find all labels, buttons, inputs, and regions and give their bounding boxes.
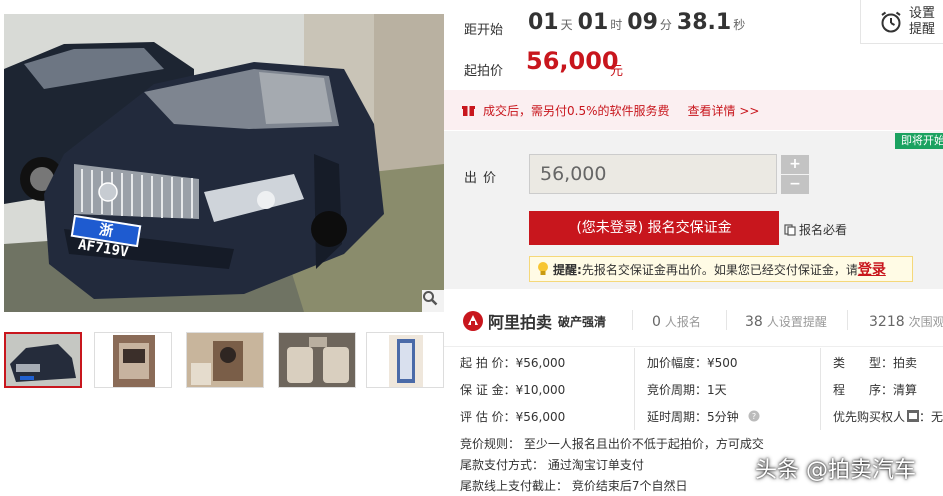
params-column-3: 类 型：拍卖 程 序：清算 优先购买权人 ：无 (820, 348, 943, 430)
countdown-timer: 01 天 01 时 09 分 38.1 秒 (528, 10, 750, 35)
views-label: 次围观 (908, 315, 943, 329)
countdown-minutes: 09 (627, 10, 658, 35)
bid-label: 出价 (464, 171, 503, 186)
starting-price-label: 起拍价 (464, 64, 504, 79)
views-stat: 3218 次围观 (869, 313, 943, 330)
status-badge: 即将开始 (895, 133, 943, 149)
param-delay-cycle-text: 延时周期：5分钟 (647, 410, 739, 424)
rule-bidding: 竞价规则： 至少一人报名且出价不低于起拍价，方可成交 (460, 437, 764, 451)
thumbnail-4[interactable] (278, 332, 356, 388)
countdown-label: 距开始 (464, 23, 504, 38)
register-deposit-button[interactable]: (您未登录) 报名交保证金 (529, 211, 779, 245)
param-type: 类 型：拍卖 (833, 356, 918, 370)
lightbulb-icon (538, 262, 548, 275)
brand-stats-row: 阿里拍卖 破产强清 0 人报名 38 人设置提醒 3218 次围观 (444, 295, 943, 347)
auction-page: 浙AF719V 距开始 01 天 01 时 09 分 38.1 秒 设置提醒 起… (0, 0, 943, 496)
decrease-bid-button[interactable]: − (781, 175, 809, 194)
ali-auction-logo[interactable]: 阿里拍卖 破产强清 (462, 309, 606, 333)
countdown-seconds-unit: 秒 (733, 18, 746, 32)
must-read-link[interactable]: 报名必看 (784, 221, 847, 238)
rule-payment-deadline: 尾款线上支付截止： 竞价结束后7个自然日 (460, 479, 688, 493)
param-starting-price: 起 拍 价：¥56,000 (460, 356, 566, 370)
countdown-days-unit: 天 (560, 18, 573, 32)
registered-count: 0 (652, 314, 661, 330)
thumbnail-dashboard (95, 333, 171, 387)
brand-name: 阿里拍卖 (488, 313, 553, 332)
svg-text:?: ? (752, 412, 756, 421)
param-deposit: 保 证 金：¥10,000 (460, 383, 566, 397)
thumbnail-document (367, 333, 443, 387)
login-link[interactable]: 登录 (858, 259, 886, 279)
params-column-2: 加价幅度：¥500 竞价周期：1天 延时周期：5分钟 ? (634, 348, 820, 430)
stat-divider (847, 310, 848, 330)
bid-panel: 即将开始 出价 + − (您未登录) 报名交保证金 报名必看 提醒: 先报名交保… (444, 131, 943, 289)
service-fee-text: 成交后，需另付0.5%的软件服务费 (483, 103, 670, 118)
car-photo-illustration (4, 14, 444, 312)
views-count: 3218 (869, 314, 905, 330)
set-reminder-label: 设置提醒 (909, 5, 936, 37)
help-icon[interactable]: ? (748, 410, 760, 422)
param-appraisal: 评 估 价：¥56,000 (460, 410, 566, 424)
must-read-label: 报名必看 (799, 223, 848, 237)
view-details-link[interactable]: 查看详情 >> (688, 102, 760, 119)
starting-price-value: 56,000 (526, 47, 619, 75)
gift-icon (462, 105, 475, 116)
param-procedure: 程 序：清算 (833, 383, 918, 397)
badge-icon (907, 410, 920, 422)
countdown-hours: 01 (577, 10, 609, 35)
login-tip: 提醒: 先报名交保证金再出价。如果您已经交付保证金，请 登录 (529, 256, 913, 282)
tip-text: 先报名交保证金再出价。如果您已经交付保证金，请 (581, 262, 858, 277)
stat-divider (726, 310, 727, 330)
countdown-days: 01 (528, 10, 559, 35)
service-fee-notice: 成交后，需另付0.5%的软件服务费 查看详情 >> (444, 90, 943, 130)
thumbnail-seats (279, 333, 355, 387)
param-increment: 加价幅度：¥500 (647, 356, 738, 370)
thumbnail-strip (4, 332, 444, 388)
increase-bid-button[interactable]: + (781, 155, 809, 174)
auction-parameters: 起 拍 价：¥56,000 保 证 金：¥10,000 评 估 价：¥56,00… (444, 348, 943, 434)
bid-amount-input[interactable] (529, 154, 777, 194)
countdown-seconds: 38.1 (676, 10, 732, 35)
countdown-minutes-unit: 分 (659, 18, 672, 32)
document-icon (784, 223, 796, 236)
watermark: 头条 @拍卖汽车 (755, 458, 916, 483)
reminders-label: 人设置提醒 (766, 315, 827, 329)
reminders-count: 38 (745, 314, 763, 330)
ali-auction-logo-icon (463, 311, 483, 331)
params-column-1: 起 拍 价：¥56,000 保 证 金：¥10,000 评 估 价：¥56,00… (444, 348, 634, 430)
brand-category: 破产强清 (558, 314, 607, 329)
alarm-clock-icon (881, 11, 901, 32)
thumbnail-car-front (6, 334, 80, 386)
param-priority-buyer-label: 优先购买权人 (833, 410, 906, 424)
param-delay-cycle: 延时周期：5分钟 ? (647, 408, 760, 425)
reminders-stat: 38 人设置提醒 (745, 313, 827, 330)
param-priority-buyer-value: ：无 (919, 410, 943, 424)
thumbnail-5[interactable] (366, 332, 444, 388)
tip-prefix: 提醒: (553, 262, 582, 277)
main-car-photo[interactable]: 浙AF719V (4, 14, 444, 312)
param-priority-buyer: 优先购买权人 ：无 (833, 408, 943, 425)
countdown-hours-unit: 时 (610, 18, 623, 32)
magnifier-icon (423, 291, 438, 306)
rule-payment-method: 尾款支付方式： 通过淘宝订单支付 (460, 458, 644, 472)
thumbnail-2[interactable] (94, 332, 172, 388)
thumbnail-console (187, 333, 263, 387)
thumbnail-3[interactable] (186, 332, 264, 388)
auction-rules: 竞价规则： 至少一人报名且出价不低于起拍价，方可成交 尾款支付方式： 通过淘宝订… (460, 434, 764, 496)
starting-price-unit: 元 (610, 64, 624, 79)
thumbnail-1[interactable] (4, 332, 82, 388)
set-reminder-button[interactable]: 设置提醒 (860, 0, 943, 44)
registered-label: 人报名 (664, 315, 701, 329)
zoom-button[interactable] (422, 290, 444, 312)
registered-stat: 0 人报名 (652, 313, 701, 330)
stat-divider (632, 310, 633, 330)
param-bid-cycle: 竞价周期：1天 (647, 383, 727, 397)
